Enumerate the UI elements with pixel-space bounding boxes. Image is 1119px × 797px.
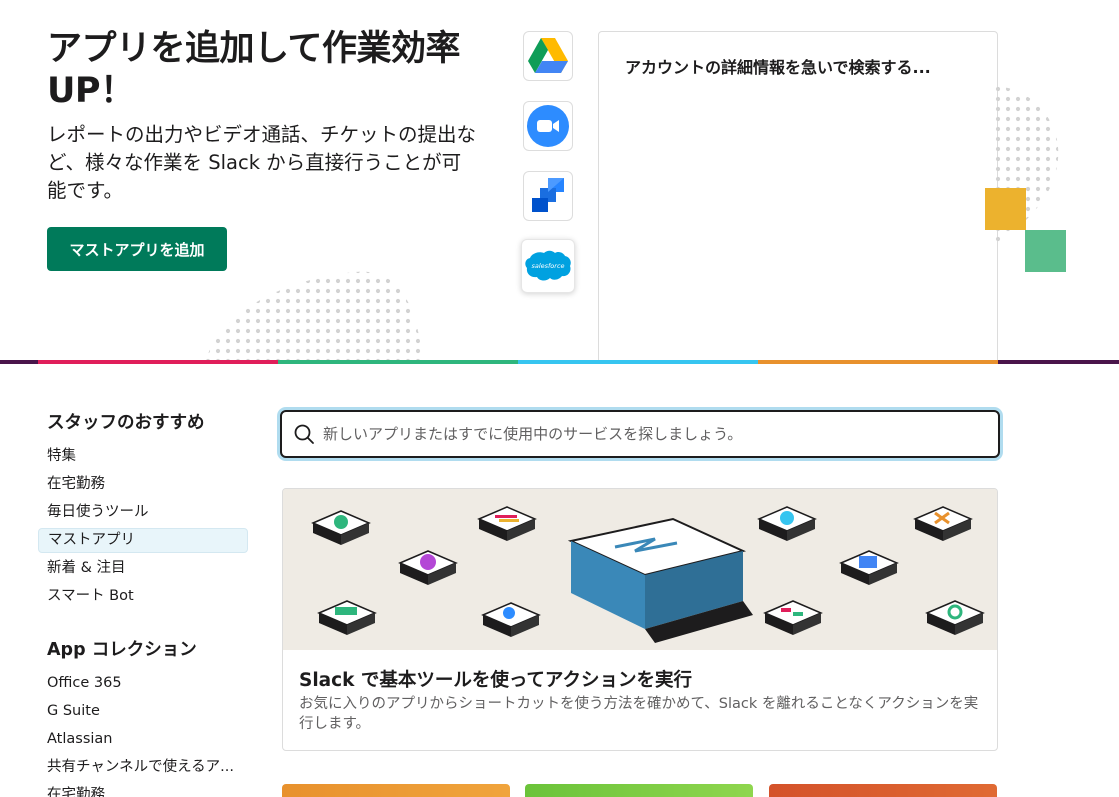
sidebar-item-must-apps[interactable]: マストアプリ xyxy=(38,528,248,553)
collection-card[interactable] xyxy=(525,784,753,797)
feature-description: お気に入りのアプリからショートカットを使う方法を確かめて、Slack を離れるこ… xyxy=(299,696,979,732)
sidebar-item-smart-bots[interactable]: スマート Bot xyxy=(38,584,248,609)
salesforce-icon: salesforce xyxy=(525,250,571,281)
collection-card[interactable] xyxy=(282,784,510,797)
salesforce-logo-text: salesforce xyxy=(531,262,564,270)
feature-card[interactable]: Slack で基本ツールを使ってアクションを実行 お気に入りのアプリからショート… xyxy=(282,488,998,751)
google-drive-app-tile[interactable] xyxy=(523,31,573,81)
jira-icon xyxy=(532,178,564,212)
brand-color-stripe xyxy=(0,360,1119,364)
app-preview-card: アカウントの詳細情報を急いで検索する... xyxy=(598,31,998,361)
hero-description: レポートの出力やビデオ通話、チケットの提出など、様々な作業を Slack から直… xyxy=(47,123,477,202)
sidebar-item-g-suite[interactable]: G Suite xyxy=(38,699,248,724)
app-collections-heading: App コレクション xyxy=(47,640,197,660)
add-must-apps-button[interactable]: マストアプリを追加 xyxy=(47,227,227,271)
sidebar-item-shared-channels[interactable]: 共有チャンネルで使えるア... xyxy=(38,755,248,780)
hero-title: アプリを追加して作業効率UP！ xyxy=(47,29,460,111)
sidebar-item-remote-work[interactable]: 在宅勤務 xyxy=(38,472,248,497)
sidebar-item-featured[interactable]: 特集 xyxy=(38,444,248,469)
sidebar-item-office-365[interactable]: Office 365 xyxy=(38,671,248,696)
feature-illustration xyxy=(283,489,997,650)
sidebar-item-new-noteworthy[interactable]: 新着 & 注目 xyxy=(38,556,248,581)
sidebar-item-daily-tools[interactable]: 毎日使うツール xyxy=(38,500,248,525)
zoom-app-tile[interactable] xyxy=(523,101,573,151)
staff-picks-list: 特集 在宅勤務 毎日使うツール マストアプリ 新着 & 注目 スマート Bot xyxy=(38,444,248,609)
sidebar-item-atlassian[interactable]: Atlassian xyxy=(38,727,248,752)
feature-title: Slack で基本ツールを使ってアクションを実行 xyxy=(299,670,693,691)
category-sidebar: スタッフのおすすめ 特集 在宅勤務 毎日使うツール マストアプリ 新着 & 注目… xyxy=(38,410,248,797)
hero-section: アプリを追加して作業効率UP！ レポートの出力やビデオ通話、チケットの提出など、… xyxy=(0,0,1119,364)
google-drive-icon xyxy=(528,38,568,73)
green-square-decoration xyxy=(1025,230,1066,272)
dot-pattern-decoration xyxy=(205,271,423,364)
staff-picks-heading: スタッフのおすすめ xyxy=(47,413,205,433)
zoom-icon xyxy=(527,105,569,147)
preview-fade xyxy=(599,290,997,360)
yellow-square-decoration xyxy=(985,188,1026,230)
preview-text: アカウントの詳細情報を急いで検索する... xyxy=(625,58,931,77)
jira-app-tile[interactable] xyxy=(523,171,573,221)
salesforce-app-tile[interactable]: salesforce xyxy=(521,239,575,293)
search-icon xyxy=(294,424,314,444)
collection-card[interactable] xyxy=(769,784,997,797)
app-search-box xyxy=(280,410,1000,458)
app-search-input[interactable] xyxy=(323,414,998,454)
sidebar-item-remote-work-collection[interactable]: 在宅勤務 xyxy=(38,783,248,797)
app-collections-list: Office 365 G Suite Atlassian 共有チャンネルで使える… xyxy=(38,671,248,797)
